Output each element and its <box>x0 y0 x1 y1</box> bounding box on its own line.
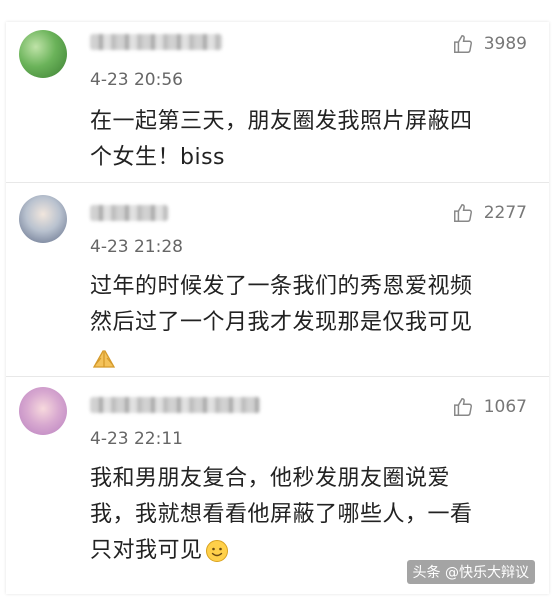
comment-text: 过年的时候发了一条我们的秀恩爱视频 然后过了一个月我才发现那是仅我可见 <box>90 269 520 377</box>
clasped-hands-emoji-icon <box>92 350 116 368</box>
thumbs-up-icon <box>453 35 472 53</box>
comment-time: 4-23 20:56 <box>90 70 183 90</box>
like-button[interactable]: 2277 <box>452 201 527 225</box>
like-button[interactable]: 1067 <box>452 395 527 419</box>
thumbs-up-icon <box>453 398 472 416</box>
like-count: 1067 <box>483 397 527 417</box>
like-count: 2277 <box>483 203 527 223</box>
comment-item: 2277 4-23 21:28 过年的时候发了一条我们的秀恩爱视频 然后过了一个… <box>6 182 549 377</box>
thumbs-up-icon <box>453 204 472 222</box>
comment-text: 我和男朋友复合，他秒发朋友圈说爱 我，我就想看看他屏蔽了哪些人，一看 只对我可见 <box>90 466 473 563</box>
watermark: 头条 @快乐大辩议 <box>406 560 535 584</box>
like-button[interactable]: 3989 <box>452 32 527 56</box>
comment-item: 3989 4-23 20:56 在一起第三天，朋友圈发我照片屏蔽四 个女生！bi… <box>6 22 549 182</box>
avatar[interactable] <box>19 387 67 435</box>
comment-list: 3989 4-23 20:56 在一起第三天，朋友圈发我照片屏蔽四 个女生！bi… <box>6 22 549 594</box>
avatar[interactable] <box>19 30 67 78</box>
comment-text: 在一起第三天，朋友圈发我照片屏蔽四 个女生！biss <box>90 109 473 170</box>
username-blurred[interactable] <box>90 397 260 413</box>
username-blurred[interactable] <box>90 205 168 221</box>
avatar[interactable] <box>19 195 67 243</box>
comment-time: 4-23 21:28 <box>90 237 183 257</box>
smile-emoji-icon <box>205 540 228 562</box>
like-count: 3989 <box>483 34 527 54</box>
comment-time: 4-23 22:11 <box>90 429 183 449</box>
username-blurred[interactable] <box>90 34 222 50</box>
